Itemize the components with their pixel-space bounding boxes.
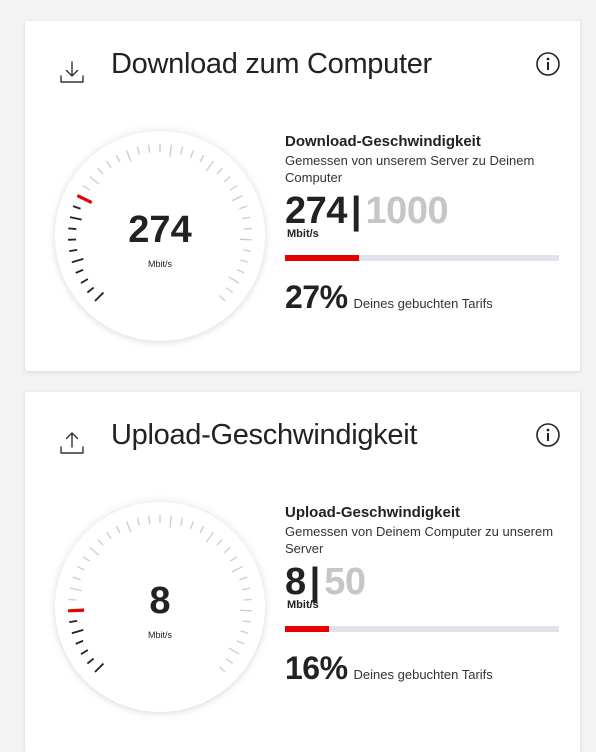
gauge-tick xyxy=(81,650,88,654)
gauge-tick xyxy=(83,186,90,190)
gauge-tick xyxy=(95,293,103,301)
speed-separator: | xyxy=(351,190,362,232)
gauge-tick xyxy=(191,150,194,157)
percent-row: 16% Deines gebuchten Tarifs xyxy=(285,650,570,687)
gauge-tick xyxy=(237,641,244,644)
card-title: Download zum Computer xyxy=(111,48,432,81)
gauge-tick xyxy=(232,567,243,572)
gauge-tick xyxy=(230,557,237,561)
gauge-tick xyxy=(206,161,213,171)
gauge-tick xyxy=(149,516,150,524)
speed-info: Download-Geschwindigkeit Gemessen von un… xyxy=(285,133,570,316)
tariff-progress-bar xyxy=(285,626,559,632)
upload-card: Upload-Geschwindigkeit 8 Mbit/s Upload-G… xyxy=(25,392,580,752)
card-title: Upload-Geschwindigkeit xyxy=(111,419,417,452)
gauge-tick xyxy=(149,145,150,153)
gauge-tick xyxy=(206,532,213,542)
speed-gauge: 274 Mbit/s xyxy=(55,131,265,341)
gauge-tick xyxy=(90,177,99,185)
info-title: Download-Geschwindigkeit xyxy=(285,133,570,151)
speed-gauge: 8 Mbit/s xyxy=(55,502,265,712)
tariff-progress-fill xyxy=(285,626,329,632)
gauge-tick xyxy=(107,532,112,539)
gauge-tick xyxy=(81,279,88,283)
speed-current: 8 xyxy=(285,561,306,603)
gauge-tick xyxy=(170,145,171,157)
percent-label: Deines gebuchten Tarifs xyxy=(354,667,493,682)
speed-max: 50 xyxy=(324,561,365,603)
tariff-progress-bar xyxy=(285,255,559,261)
percent-value: 16% xyxy=(285,650,348,686)
gauge-tick xyxy=(230,186,237,190)
gauge-tick xyxy=(224,548,230,553)
percent-value: 27% xyxy=(285,279,348,315)
gauge-tick xyxy=(116,155,120,162)
tariff-progress-fill xyxy=(285,255,359,261)
gauge-value: 8 xyxy=(55,580,265,623)
gauge-tick xyxy=(217,168,222,174)
info-icon[interactable] xyxy=(535,51,561,77)
gauge-tick xyxy=(226,288,232,293)
gauge-tick xyxy=(87,288,93,293)
gauge-value: 274 xyxy=(55,209,265,252)
gauge-tick xyxy=(127,150,131,161)
gauge-tick xyxy=(219,666,225,672)
gauge-tick xyxy=(232,196,243,201)
gauge-tick xyxy=(107,161,112,168)
gauge-tick xyxy=(219,295,225,301)
gauge-tick xyxy=(95,664,103,672)
percent-row: 27% Deines gebuchten Tarifs xyxy=(285,279,570,316)
gauge-tick xyxy=(224,177,230,182)
gauge-unit: Mbit/s xyxy=(55,259,265,269)
gauge-tick xyxy=(137,518,139,526)
info-title: Upload-Geschwindigkeit xyxy=(285,504,570,522)
gauge-tick xyxy=(116,526,120,533)
gauge-tick xyxy=(170,516,171,528)
speed-row: 274|1000 xyxy=(285,190,570,230)
gauge-unit: Mbit/s xyxy=(55,630,265,640)
gauge-tick xyxy=(229,648,239,654)
gauge-marker xyxy=(77,196,91,203)
gauge-tick xyxy=(137,147,139,155)
gauge-tick xyxy=(229,277,239,283)
speed-max: 1000 xyxy=(366,190,449,232)
gauge-tick xyxy=(181,147,183,155)
gauge-tick xyxy=(98,168,103,174)
gauge-tick xyxy=(200,526,204,533)
speed-row: 8|50 xyxy=(285,561,570,601)
gauge-tick xyxy=(87,659,93,664)
gauge-tick xyxy=(191,521,194,528)
gauge-tick xyxy=(237,270,244,273)
gauge-tick xyxy=(127,521,131,532)
gauge-tick xyxy=(76,641,83,644)
gauge-tick xyxy=(217,539,222,545)
gauge-tick xyxy=(98,539,103,545)
upload-icon xyxy=(57,428,87,458)
gauge-tick xyxy=(77,567,84,571)
info-icon[interactable] xyxy=(535,422,561,448)
speed-info: Upload-Geschwindigkeit Gemessen von Dein… xyxy=(285,504,570,687)
info-subtitle: Gemessen von Deinem Computer zu unserem … xyxy=(285,523,570,557)
info-subtitle: Gemessen von unserem Server zu Deinem Co… xyxy=(285,152,570,186)
gauge-tick xyxy=(200,155,204,162)
speed-current: 274 xyxy=(285,190,347,232)
download-card: Download zum Computer 274 Mbit/s Downloa… xyxy=(25,21,580,371)
gauge-tick xyxy=(226,659,232,664)
speed-separator: | xyxy=(310,561,321,603)
percent-label: Deines gebuchten Tarifs xyxy=(354,296,493,311)
download-icon xyxy=(57,57,87,87)
gauge-tick xyxy=(181,518,183,526)
gauge-tick xyxy=(90,548,99,556)
gauge-tick xyxy=(83,557,90,561)
gauge-tick xyxy=(76,270,83,273)
